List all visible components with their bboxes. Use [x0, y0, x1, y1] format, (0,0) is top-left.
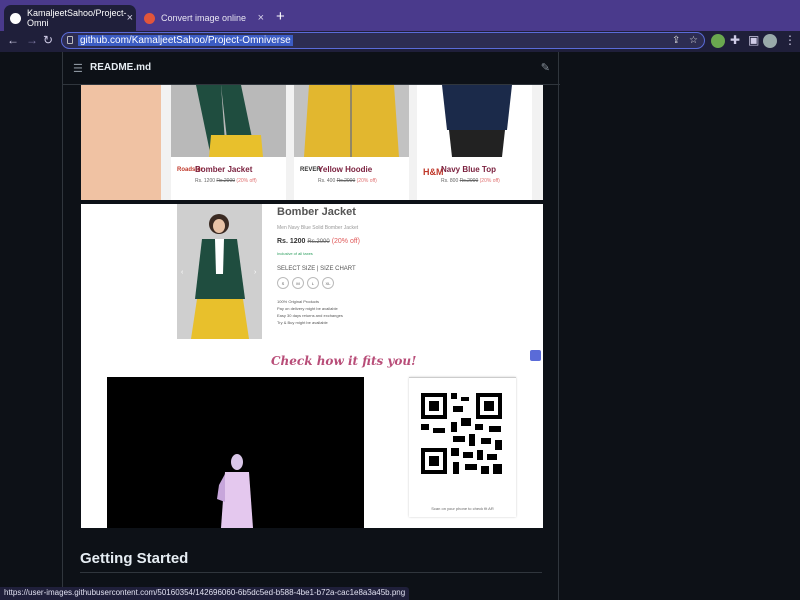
size-option[interactable]: L: [307, 277, 319, 289]
tab-convert[interactable]: Convert image online ×: [138, 5, 270, 31]
section-heading: Getting Started: [80, 550, 189, 567]
scroll-to-top-button[interactable]: [530, 350, 541, 361]
convert-icon: [144, 12, 155, 24]
browser-toolbar: ← → ↻ github.com/KamaljeetSahoo/Project-…: [0, 31, 800, 52]
size-option[interactable]: M: [292, 277, 304, 289]
puzzle-icon[interactable]: ✚: [730, 33, 740, 47]
tab-title: KamaljeetSahoo/Project-Omni: [27, 8, 127, 28]
back-icon[interactable]: ←: [7, 33, 19, 47]
product-subtitle: Men Navy Blue Solid Bomber Jacket: [277, 225, 359, 231]
reload-icon[interactable]: ↻: [43, 33, 53, 47]
new-tab-button[interactable]: +: [276, 8, 285, 25]
size-option[interactable]: S: [277, 277, 289, 289]
close-icon[interactable]: ×: [258, 12, 264, 24]
ar-preview-video: [107, 377, 364, 528]
product-photo: [294, 85, 409, 157]
feature-item: Easy 30 days returns and exchanges: [277, 313, 343, 318]
forward-icon[interactable]: →: [26, 33, 38, 47]
product-title: Bomber Jacket: [277, 206, 356, 218]
size-option[interactable]: XL: [322, 277, 334, 289]
card-name[interactable]: Yellow Hoodie: [318, 165, 372, 174]
product-card: Roadster Bomber Jacket Rs. 1200 Rs.2000 …: [171, 85, 286, 200]
browser-tab-bar: KamaljeetSahoo/Project-Omni × Convert im…: [0, 0, 800, 31]
edit-icon[interactable]: ✎: [541, 61, 550, 74]
github-icon: [10, 12, 21, 24]
readme-container: ☰ README.md ✎ Roadster Bomber Jacket Rs.…: [62, 52, 560, 600]
lock-icon: [67, 36, 73, 44]
tab-title: Convert image online: [161, 13, 247, 23]
tab-github[interactable]: KamaljeetSahoo/Project-Omni ×: [4, 5, 136, 31]
outline-icon[interactable]: ☰: [73, 62, 83, 75]
readme-title: README.md: [90, 62, 152, 73]
qr-caption: Scan on your phone to check fit AR: [431, 506, 494, 511]
product-card: H&M Navy Blue Top Rs. 800 Rs.2000 (20% o…: [417, 85, 532, 200]
banner-image: [81, 85, 161, 200]
bookmark-star-icon[interactable]: ☆: [689, 35, 698, 46]
product-main-photo: ‹ ›: [177, 204, 262, 339]
address-bar[interactable]: github.com/KamaljeetSahoo/Project-Omnive…: [61, 32, 705, 49]
card-price: Rs. 800 Rs.2000 (20% off): [441, 178, 500, 184]
close-icon[interactable]: ×: [127, 12, 133, 24]
feature-item: Try & Buy might be available: [277, 320, 328, 325]
card-name[interactable]: Navy Blue Top: [441, 165, 496, 174]
status-bar-url: https://user-images.githubusercontent.co…: [0, 587, 410, 600]
card-price: Rs. 1200 Rs.2000 (20% off): [195, 178, 257, 184]
avatar[interactable]: [763, 34, 777, 48]
card-name[interactable]: Bomber Jacket: [195, 165, 252, 174]
check-fit-heading: Check how it fits you!: [271, 354, 417, 368]
tax-note: Inclusive of all taxes: [277, 251, 313, 256]
product-detail-screenshot: ‹ › Bomber Jacket Men Navy Blue Solid Bo…: [81, 204, 543, 528]
product-card: REVER Yellow Hoodie Rs. 400 Rs.2000 (20%…: [294, 85, 409, 200]
select-size-label: SELECT SIZE | SIZE CHART: [277, 266, 356, 272]
qr-code[interactable]: [409, 378, 516, 503]
readme-header: ☰ README.md ✎: [63, 52, 560, 85]
url-text[interactable]: github.com/KamaljeetSahoo/Project-Omnive…: [78, 35, 293, 46]
qr-card: Scan on your phone to check fit AR: [409, 377, 516, 517]
card-price: Rs. 400 Rs.2000 (20% off): [318, 178, 377, 184]
share-icon[interactable]: ⇪: [672, 35, 680, 46]
feature-list: 100% Original Products Pay on delivery m…: [277, 298, 343, 326]
extension-icon[interactable]: [711, 34, 725, 48]
feature-item: 100% Original Products: [277, 299, 320, 304]
divider: [80, 572, 542, 573]
sidepanel-icon[interactable]: ▣: [748, 33, 759, 47]
product-photo: [171, 85, 286, 157]
size-options: S M L XL: [277, 277, 337, 289]
product-photo: [417, 85, 532, 157]
menu-icon[interactable]: ⋮: [784, 33, 796, 47]
product-price: Rs. 1200 Rs.2000 (20% off): [277, 238, 360, 245]
product-cards-screenshot: Roadster Bomber Jacket Rs. 1200 Rs.2000 …: [81, 85, 543, 200]
feature-item: Pay on delivery might be available: [277, 306, 338, 311]
